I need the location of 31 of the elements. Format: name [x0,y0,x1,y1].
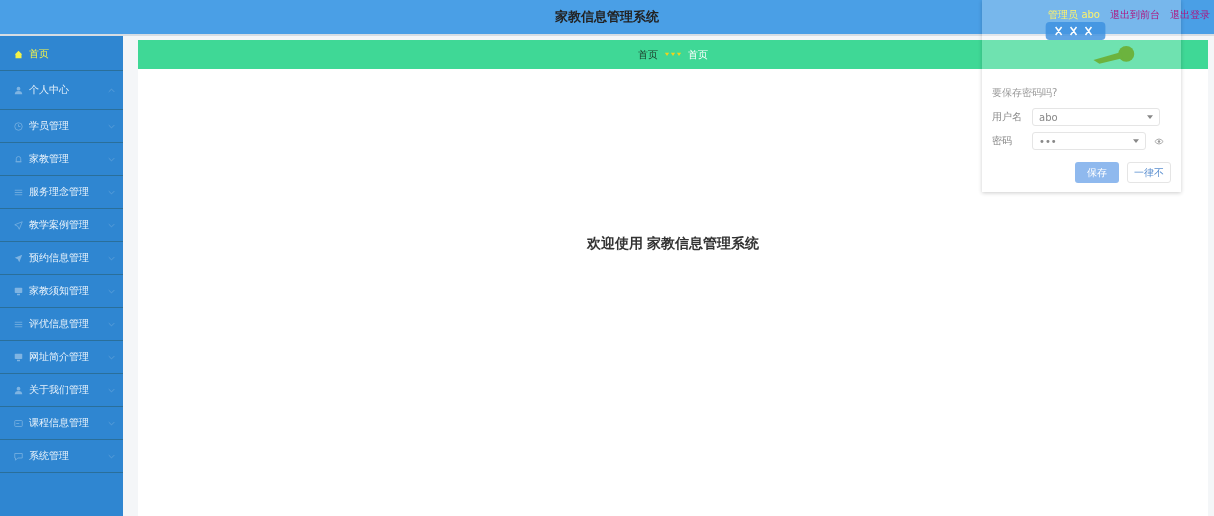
dropdown-icon [1147,115,1153,119]
input-field[interactable]: ••• [1032,132,1146,150]
field-label: 密码 [992,134,1013,148]
hearts-icon [664,52,682,57]
chat-icon [14,451,23,461]
field-label: 用户名 [992,110,1023,124]
user-name: 管理员 abo [1048,8,1100,22]
never-button[interactable]: 一律不 [1127,162,1171,183]
user-icon [14,385,23,395]
list-icon [14,187,23,197]
monitor-icon [14,352,23,362]
app-title: 家教信息管理系统 [555,8,659,26]
header-link[interactable]: 退出登录 [1170,8,1210,22]
header-link[interactable]: 退出到前台 [1110,8,1160,22]
eye-icon[interactable] [1154,137,1164,145]
popup-title: 要保存密码吗? [992,86,1059,100]
welcome-text: 欢迎使用 家教信息管理系统 [586,235,760,253]
plane-icon [14,253,23,263]
breadcrumb-link[interactable]: 首页 [638,47,658,62]
save-button[interactable]: 保存 [1075,162,1119,183]
breadcrumb-link[interactable]: 首页 [688,47,708,62]
card-icon [14,418,23,428]
clock-icon [14,121,23,131]
bell-icon [14,154,23,164]
input-field[interactable]: abo [1032,108,1160,126]
dropdown-icon [1133,139,1139,143]
monitor-icon [14,286,23,296]
user-icon [14,85,23,95]
list-icon [14,319,23,329]
send-icon [14,220,23,230]
home-icon [14,49,23,59]
